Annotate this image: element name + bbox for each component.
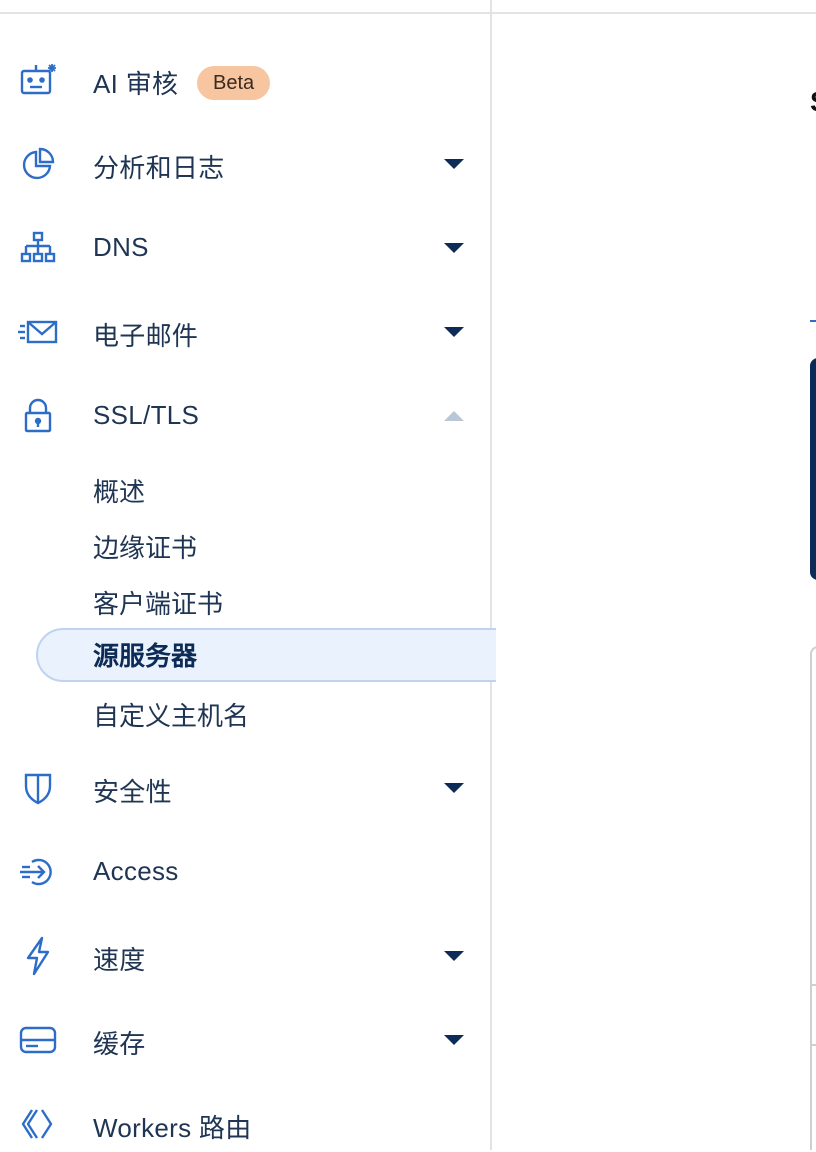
sidebar-item-workers-routes[interactable]: Workers 路由 [0,1096,490,1152]
sidebar-item-ssl-tls[interactable]: SSL/TLS [0,388,490,444]
sub-item-overview[interactable]: 概述 [93,472,145,509]
sidebar-item-label: SSL/TLS [93,400,200,430]
chevron-down-icon [444,783,464,793]
pie-chart-icon [18,146,58,182]
code-brackets-icon [18,1106,58,1142]
sidebar: AI 审核 Beta 分析和日志 DNS 电子邮件 SSL/TLS 概述 边缘证… [0,0,496,1152]
sidebar-item-analytics[interactable]: 分析和日志 [0,136,490,192]
sitemap-icon [18,230,58,266]
divider [812,1044,816,1046]
sidebar-item-ai-audit[interactable]: AI 审核 Beta [0,52,490,108]
link-fragment[interactable] [810,288,816,322]
info-card-fragment [810,358,816,580]
chevron-up-icon [444,411,464,421]
sidebar-item-label: 分析和日志 [93,153,225,183]
sidebar-item-email[interactable]: 电子邮件 [0,304,490,360]
sidebar-item-caching[interactable]: 缓存 [0,1012,490,1068]
sidebar-item-label: AI 审核 [93,69,179,99]
server-stack-icon [18,1022,58,1058]
robot-icon [18,62,58,98]
sub-item-custom-hostnames[interactable]: 自定义主机名 [93,696,249,733]
sidebar-item-label: 速度 [93,945,146,975]
sidebar-item-label: Workers 路由 [93,1113,252,1143]
sidebar-item-label: 缓存 [93,1029,146,1059]
chevron-down-icon [444,327,464,337]
chevron-down-icon [444,951,464,961]
sub-item-origin-server[interactable]: 源服务器 [93,636,197,673]
chevron-down-icon [444,1035,464,1045]
envelope-icon [18,314,58,350]
sidebar-item-access[interactable]: Access [0,844,490,900]
sidebar-item-label: DNS [93,232,149,262]
page-title-fragment: S [810,86,816,118]
chevron-down-icon [444,243,464,253]
sidebar-item-label: 电子邮件 [93,321,199,351]
lock-icon [18,398,58,434]
sub-item-client-certificates[interactable]: 客户端证书 [93,584,223,621]
sidebar-item-security[interactable]: 安全性 [0,760,490,816]
sub-item-edge-certificates[interactable]: 边缘证书 [93,528,197,565]
bolt-icon [18,936,58,976]
divider [812,984,816,986]
chevron-down-icon [444,159,464,169]
sidebar-item-label: 安全性 [93,777,172,807]
beta-badge: Beta [197,66,271,100]
sign-in-icon [18,854,58,890]
shield-icon [18,770,58,806]
content-panel-fragment [810,646,816,1150]
sidebar-item-label: Access [93,856,179,886]
sidebar-item-dns[interactable]: DNS [0,220,490,276]
sidebar-item-speed[interactable]: 速度 [0,928,490,984]
